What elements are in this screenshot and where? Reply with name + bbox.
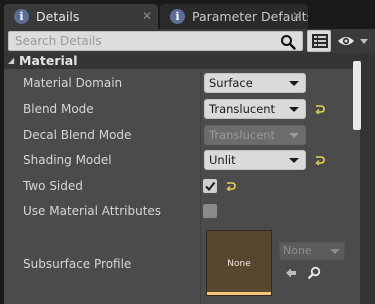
property-row-two-sided: Two Sided	[4, 174, 360, 199]
dropdown-value: Translucent	[209, 102, 276, 116]
details-toolbar	[4, 29, 375, 53]
property-row-subsurface-profile: Subsurface Profile	[4, 225, 360, 304]
dropdown-value: Unlit	[209, 153, 236, 167]
property-label: Decal Blend Mode	[23, 128, 132, 142]
decal-blend-mode-dropdown: Translucent	[204, 125, 306, 145]
eye-icon[interactable]	[336, 32, 372, 50]
property-label: Use Material Attributes	[23, 204, 162, 218]
scrollbar-track[interactable]	[360, 53, 375, 304]
info-icon: i	[14, 9, 29, 24]
use-selected-arrow-icon[interactable]	[285, 267, 297, 279]
column-divider[interactable]	[200, 174, 201, 199]
use-material-attributes-checkbox[interactable]	[203, 204, 217, 218]
category-title: Material	[19, 53, 78, 68]
column-divider[interactable]	[200, 148, 201, 173]
chevron-down-icon	[330, 249, 340, 254]
close-icon[interactable]: ✕	[142, 9, 152, 23]
grid-view-icon	[312, 34, 328, 48]
search-icon[interactable]	[280, 34, 296, 50]
dropdown-value: None	[283, 244, 312, 257]
close-icon[interactable]: ✕	[292, 9, 302, 23]
property-row-decal-blend-mode: Decal Blend Mode Translucent	[4, 123, 360, 148]
collapse-arrow-icon[interactable]: ◢	[8, 53, 14, 69]
tab-label: Details	[36, 9, 80, 24]
property-label: Two Sided	[23, 179, 83, 193]
thumbnail-label: None	[227, 259, 251, 269]
shading-model-dropdown[interactable]: Unlit	[204, 150, 306, 170]
subsurface-profile-dropdown[interactable]: None	[279, 242, 345, 260]
chevron-down-icon	[289, 107, 299, 112]
column-divider[interactable]	[200, 97, 201, 122]
chevron-down-icon	[360, 39, 368, 44]
dropdown-value: Surface	[209, 76, 253, 90]
category-header-material[interactable]: ◢ Material	[4, 53, 360, 69]
blend-mode-dropdown[interactable]: Translucent	[204, 99, 306, 119]
info-icon: i	[170, 9, 185, 24]
material-domain-dropdown[interactable]: Surface	[204, 73, 306, 93]
tab-bar: i Details ✕ i Parameter Defaults ✕	[0, 0, 375, 29]
dropdown-value: Translucent	[209, 128, 276, 142]
column-divider[interactable]	[200, 199, 201, 224]
chevron-down-icon	[289, 133, 299, 138]
property-row-shading-model: Shading Model Unlit	[4, 148, 360, 173]
tab-label: Parameter Defaults	[192, 9, 308, 24]
subsurface-profile-thumbnail[interactable]: None	[206, 230, 272, 296]
search-input[interactable]	[8, 31, 303, 51]
property-label: Shading Model	[23, 153, 112, 167]
reset-to-default-icon[interactable]	[315, 155, 325, 165]
property-label: Subsurface Profile	[23, 257, 132, 271]
property-row-material-domain: Material Domain Surface	[4, 71, 360, 96]
two-sided-checkbox[interactable]	[203, 179, 217, 193]
details-panel: ◢ Material Material Domain Surface Blend…	[4, 53, 360, 304]
scrollbar-thumb[interactable]	[353, 61, 361, 130]
tab-details[interactable]: i Details ✕	[4, 4, 158, 29]
property-label: Material Domain	[23, 76, 123, 90]
property-row-blend-mode: Blend Mode Translucent	[4, 97, 360, 122]
grid-view-button[interactable]	[307, 30, 331, 52]
browse-magnifier-icon[interactable]	[308, 266, 321, 279]
column-divider[interactable]	[200, 123, 201, 148]
column-divider[interactable]	[200, 71, 201, 96]
reset-to-default-icon[interactable]	[226, 181, 236, 191]
chevron-down-icon	[289, 158, 299, 163]
reset-to-default-icon[interactable]	[315, 104, 325, 114]
column-divider[interactable]	[200, 225, 201, 304]
property-row-use-material-attributes: Use Material Attributes	[4, 199, 360, 224]
checkmark-icon	[205, 181, 216, 192]
property-label: Blend Mode	[23, 102, 94, 116]
thumbnail-accent-bar	[207, 292, 271, 295]
chevron-down-icon	[289, 81, 299, 86]
tab-parameter-defaults[interactable]: i Parameter Defaults ✕	[160, 4, 308, 29]
